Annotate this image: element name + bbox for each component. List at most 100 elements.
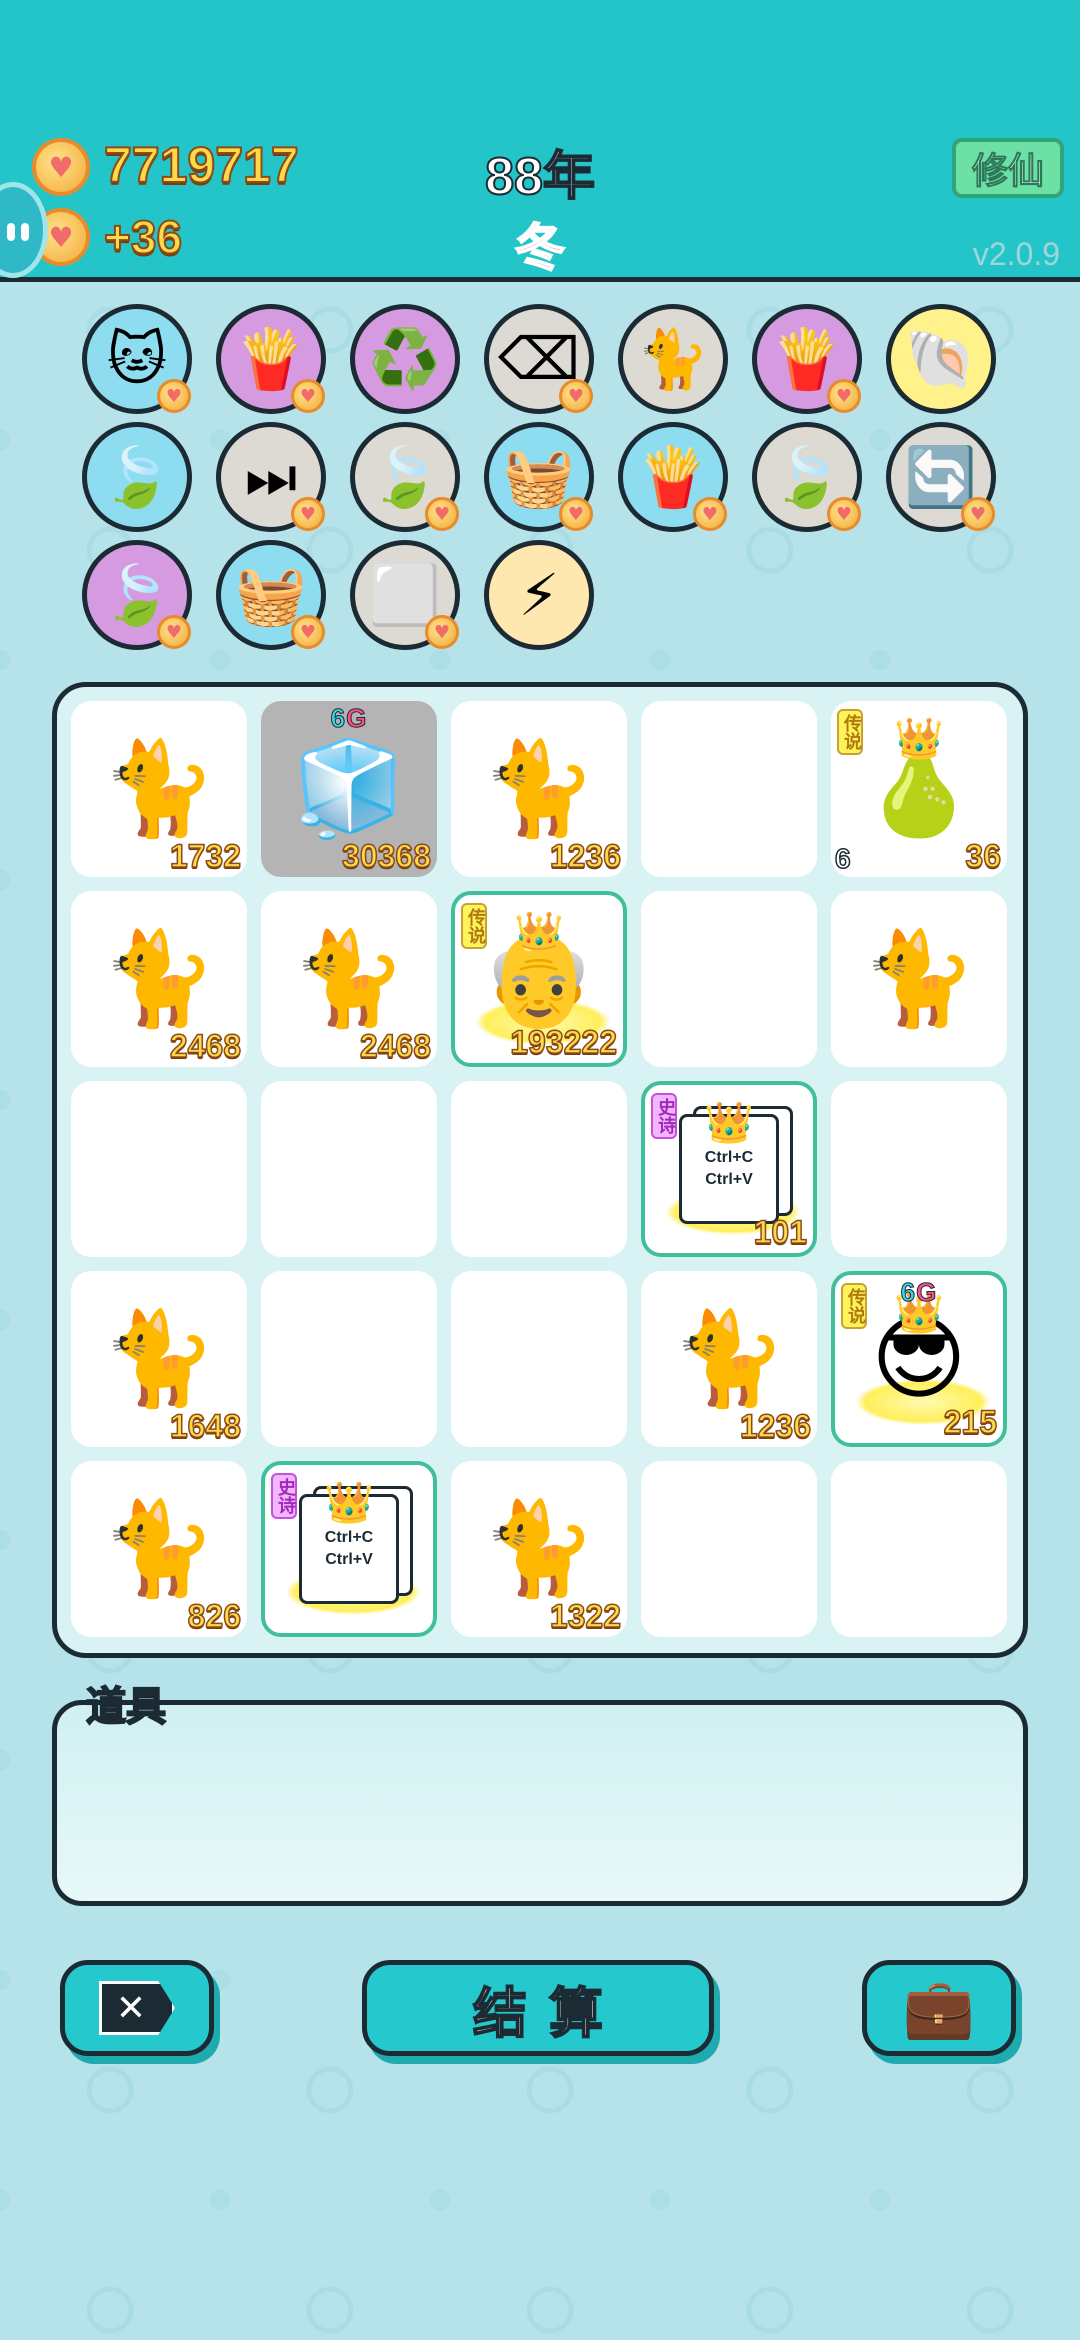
paper-line: Ctrl+C xyxy=(704,1149,754,1166)
skill-button-leaf[interactable]: 🍃 ♥ xyxy=(82,540,192,650)
paper-line: Ctrl+V xyxy=(325,1551,373,1568)
rarity-tag: 传说 xyxy=(461,903,487,949)
year-label: 88年 xyxy=(484,147,596,207)
board-cell-fridge[interactable]: 🧊 6G 30368 xyxy=(261,701,437,877)
cats-pair-icon: 🐈 xyxy=(636,324,710,393)
crown-icon: 👑 xyxy=(324,1480,374,1526)
delete-button[interactable]: ✕ xyxy=(60,1960,214,2056)
skill-button-skip[interactable]: ⏭ ♥ xyxy=(216,422,326,532)
skill-button-fruit-basket[interactable]: 🧺 ♥ xyxy=(484,422,594,532)
briefcase-icon: 💼 xyxy=(902,1973,976,2042)
board-cell-cat[interactable]: 🐈 2468 xyxy=(71,891,247,1067)
skill-button-fruit-basket[interactable]: 🧺 ♥ xyxy=(216,540,326,650)
heart-coin-icon: ♥ xyxy=(291,379,325,413)
board-cell-ctrl-paper[interactable]: Ctrl+C Ctrl+V 👑 史诗 xyxy=(261,1461,437,1637)
board-cell-old-man[interactable]: 👴 👑 传说 193222 xyxy=(451,891,627,1067)
item-value: 101 xyxy=(753,1213,808,1251)
bag-button[interactable]: 💼 xyxy=(862,1960,1016,2056)
board-cell-empty[interactable] xyxy=(451,1271,627,1447)
skill-button-cats-pair[interactable]: 🐈 xyxy=(618,304,728,414)
board-cell-empty[interactable] xyxy=(261,1271,437,1447)
skill-button-leaf[interactable]: 🍃 ♥ xyxy=(350,422,460,532)
skill-button-lightning[interactable]: ⚡ xyxy=(484,540,594,650)
skill-button-delete-tag[interactable]: ⌫ ♥ xyxy=(484,304,594,414)
skill-button-cat[interactable]: 🐱 ♥ xyxy=(82,304,192,414)
rarity-tag: 史诗 xyxy=(651,1093,677,1139)
board-cell-cat[interactable]: 🐈 826 xyxy=(71,1461,247,1637)
skip-icon: ⏭ xyxy=(244,442,298,511)
cat-icon: 🐈 xyxy=(671,1305,787,1412)
badge-6g: 6G xyxy=(330,703,368,734)
cat-icon: 🐈 xyxy=(101,1305,217,1412)
paper-line: Ctrl+V xyxy=(705,1171,753,1188)
crown-icon: 👑 xyxy=(704,1100,754,1146)
board-cell-ctrl-paper[interactable]: Ctrl+C Ctrl+V 👑 史诗 101 xyxy=(641,1081,817,1257)
rarity-tag: 传说 xyxy=(841,1283,867,1329)
badge-6g: 6G xyxy=(900,1277,938,1308)
skill-button-recycle[interactable]: ♻️ xyxy=(350,304,460,414)
item-value: 826 xyxy=(187,1597,242,1635)
xiuxian-button[interactable]: 修仙 xyxy=(952,138,1064,198)
heart-coin-icon: ♥ xyxy=(961,497,995,531)
board-cell-empty[interactable] xyxy=(831,1081,1007,1257)
season-label: 冬 xyxy=(514,219,566,277)
cat-icon: 🐈 xyxy=(481,735,597,842)
board-cell-cat[interactable]: 🐈 1322 xyxy=(451,1461,627,1637)
item-level: 6 xyxy=(834,842,851,875)
delete-icon: ✕ xyxy=(99,1981,175,2035)
cat-icon: 🐱 xyxy=(106,325,168,393)
skill-button-sugar-cubes[interactable]: ⬜ ♥ xyxy=(350,540,460,650)
item-value: 1236 xyxy=(549,837,622,875)
fridge-icon: 🧊 xyxy=(291,735,407,842)
heart-coin-icon: ♥ xyxy=(827,379,861,413)
cat-icon: 🐈 xyxy=(101,925,217,1032)
board-cell-cat[interactable]: 🐈 1236 xyxy=(451,701,627,877)
heart-coin-icon: ♥ xyxy=(559,379,593,413)
heart-coin-icon: ♥ xyxy=(827,497,861,531)
board-cell-cat[interactable]: 🐈 xyxy=(831,891,1007,1067)
shell-icon: 🐚 xyxy=(904,324,978,393)
skill-button-fries[interactable]: 🍟 ♥ xyxy=(216,304,326,414)
heart-coin-icon: ♥ xyxy=(425,615,459,649)
board-cell-cat[interactable]: 🐈 1648 xyxy=(71,1271,247,1447)
settle-label: 结算 xyxy=(472,1981,625,2046)
board-cell-empty[interactable] xyxy=(831,1461,1007,1637)
board-cell-sunglasses-man[interactable]: 😎 👑 传说 6G 215 xyxy=(831,1271,1007,1447)
recycle-icon: ♻️ xyxy=(368,324,442,393)
settle-button[interactable]: 结算 xyxy=(362,1960,714,2056)
cat-icon: 🐈 xyxy=(861,925,977,1032)
heart-coin-icon: ♥ xyxy=(693,497,727,531)
board-cell-empty[interactable] xyxy=(641,1461,817,1637)
item-value: 36 xyxy=(965,837,1002,875)
board-cell-pear[interactable]: 🍐 👑 传说 6 36 xyxy=(831,701,1007,877)
cat-icon: 🐈 xyxy=(101,1495,217,1602)
heart-coin-icon: ♥ xyxy=(291,615,325,649)
version-label: v2.0.9 xyxy=(972,236,1060,272)
cat-icon: 🐈 xyxy=(481,1495,597,1602)
heart-coin-icon: ♥ xyxy=(157,379,191,413)
paper-line: Ctrl+C xyxy=(324,1529,374,1546)
item-value: 215 xyxy=(943,1403,998,1441)
rarity-tag: 传说 xyxy=(837,709,863,755)
board-cell-empty[interactable] xyxy=(641,891,817,1067)
skill-button-fries[interactable]: 🍟 ♥ xyxy=(752,304,862,414)
item-value: 1648 xyxy=(169,1407,242,1445)
item-value: 2468 xyxy=(169,1027,242,1065)
board-cell-cat[interactable]: 🐈 1236 xyxy=(641,1271,817,1447)
board-cell-empty[interactable] xyxy=(641,701,817,877)
heart-coin-icon: ♥ xyxy=(157,615,191,649)
board-cell-empty[interactable] xyxy=(451,1081,627,1257)
skill-button-leaf[interactable]: 🍃 xyxy=(82,422,192,532)
board-cell-empty[interactable] xyxy=(261,1081,437,1257)
skill-button-leaf[interactable]: 🍃 ♥ xyxy=(752,422,862,532)
board-cell-cat[interactable]: 🐈 1732 xyxy=(71,701,247,877)
skill-button-refresh[interactable]: 🔄 ♥ xyxy=(886,422,996,532)
crown-icon: 👑 xyxy=(514,910,564,956)
board-cell-empty[interactable] xyxy=(71,1081,247,1257)
item-value: 1732 xyxy=(169,837,242,875)
skill-button-shell[interactable]: 🐚 xyxy=(886,304,996,414)
game-board: 🐈 1732 🧊 6G 30368 🐈 1236 🍐 👑 传说 6 36 🐈 2468 🐈 2468 👴 👑 传说 1… xyxy=(52,682,1028,1658)
skill-button-fries[interactable]: 🍟 ♥ xyxy=(618,422,728,532)
item-value: 2468 xyxy=(359,1027,432,1065)
board-cell-cat[interactable]: 🐈 2468 xyxy=(261,891,437,1067)
